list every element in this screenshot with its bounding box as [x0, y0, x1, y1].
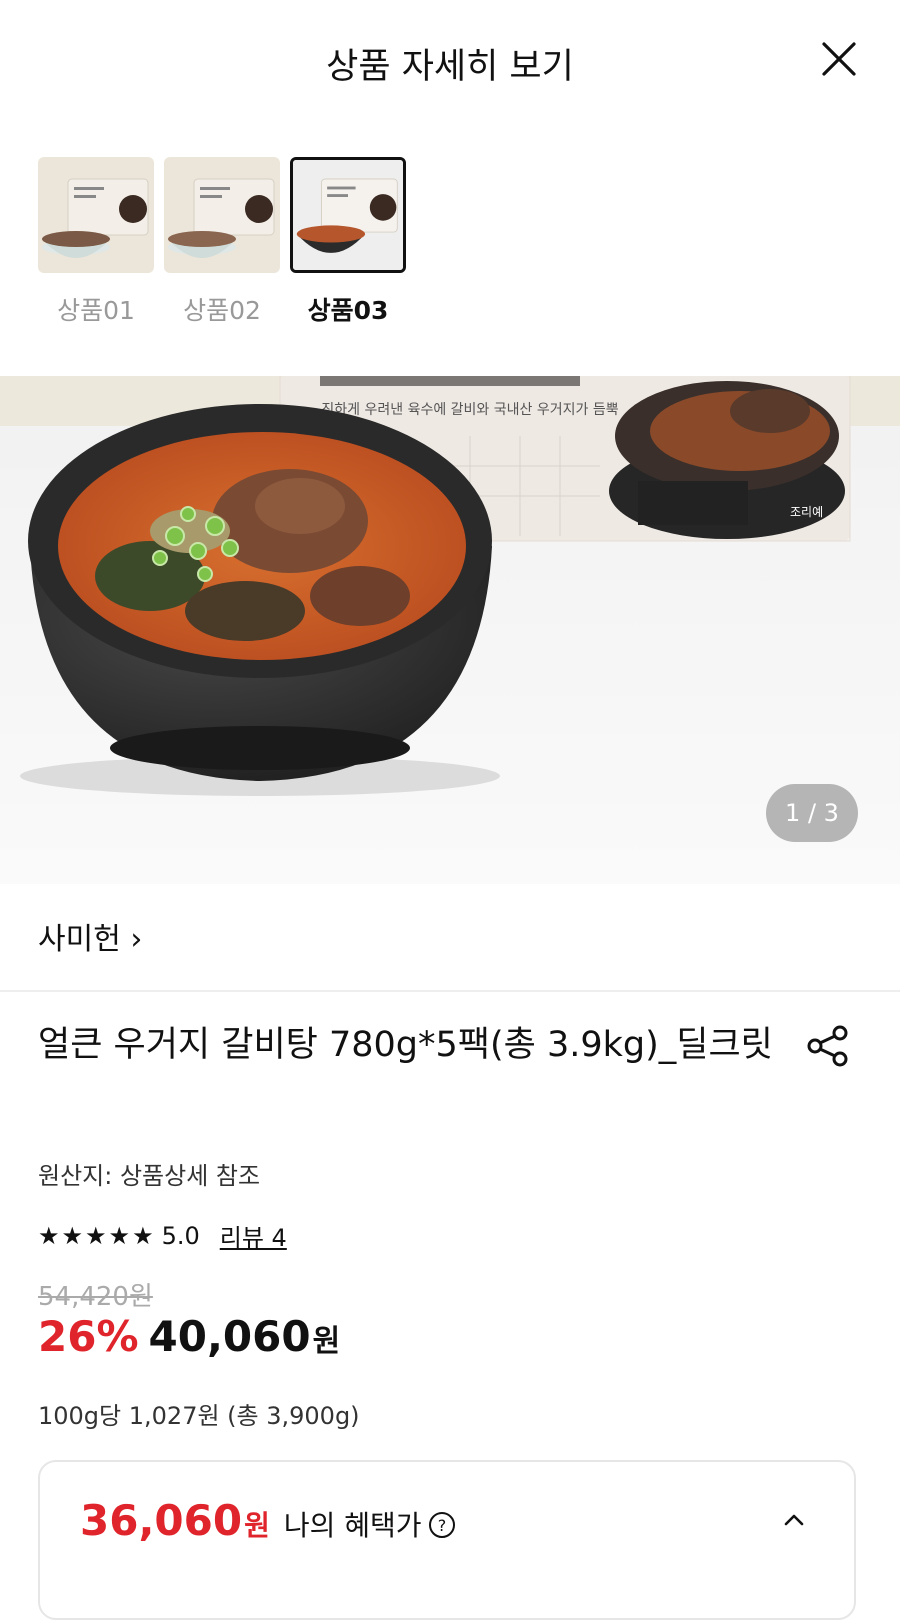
discount-rate: 26% [38, 1312, 139, 1361]
hero-illustration: 진하게 우려낸 육수에 갈비와 국내산 우거지가 듬뿍 조리예 [0, 376, 900, 884]
thumbnail-item-01[interactable]: 상품01 [38, 157, 154, 327]
thumbnail-label: 상품02 [183, 296, 261, 325]
close-icon [822, 42, 856, 76]
share-icon [807, 1025, 848, 1067]
svg-text:조리예: 조리예 [790, 505, 823, 519]
origin-info: 원산지: 상품상세 참조 [38, 1162, 261, 1190]
benefit-label: 나의 혜택가 [283, 1509, 422, 1542]
rating-value: 5.0 [161, 1221, 200, 1250]
svg-text:?: ? [437, 1516, 446, 1535]
page-title: 상품 자세히 보기 [326, 47, 574, 87]
section-divider [0, 990, 900, 992]
brand-link[interactable]: 사미헌 › [38, 914, 142, 958]
unit-price: 100g당 1,027원 (총 3,900g) [38, 1402, 360, 1430]
svg-text:진하게 우려낸 육수에 갈비와 국내산 우거지가 듬뿍: 진하게 우려낸 육수에 갈비와 국내산 우거지가 듬뿍 [321, 402, 618, 418]
benefit-currency: 원 [244, 1509, 270, 1542]
product-hero-image[interactable]: 진하게 우려낸 육수에 갈비와 국내산 우거지가 듬뿍 조리예 [0, 376, 900, 884]
thumbnail-strip: 상품01 상품02 상품03 [38, 157, 406, 327]
original-price: 54,420원 [38, 1282, 153, 1312]
share-button[interactable] [806, 1024, 850, 1068]
review-link[interactable]: 리뷰 4 [220, 1218, 287, 1253]
thumbnail-image [290, 157, 406, 273]
star-icon: ★ [61, 1221, 84, 1250]
help-icon[interactable]: ? [428, 1511, 456, 1539]
benefit-row: 36,060 원 나의 혜택가 ? [80, 1496, 456, 1545]
star-rating: ★ ★ ★ ★ ★ [38, 1222, 154, 1250]
product-title: 얼큰 우거지 갈비탕 780g*5팩(총 3.9kg)_딜크릿 [38, 1025, 773, 1065]
thumbnail-item-02[interactable]: 상품02 [164, 157, 280, 327]
sale-price: 40,060 [148, 1312, 311, 1361]
header: 상품 자세히 보기 [0, 0, 900, 122]
star-icon: ★ [85, 1221, 107, 1250]
star-icon: ★ [108, 1221, 131, 1250]
thumbnail-item-03[interactable]: 상품03 [290, 157, 406, 327]
rating-row: ★ ★ ★ ★ ★ 5.0 리뷰 4 [38, 1218, 287, 1253]
price-row: 26% 40,060 원 [38, 1312, 340, 1361]
thumbnail-label: 상품03 [307, 296, 389, 325]
thumbnail-image [164, 157, 280, 273]
close-button[interactable] [820, 40, 858, 78]
star-icon: ★ [132, 1221, 154, 1250]
star-icon: ★ [38, 1221, 60, 1250]
thumbnail-label: 상품01 [57, 296, 135, 325]
thumbnail-image [38, 157, 154, 273]
benefit-price: 36,060 [80, 1496, 243, 1545]
sale-currency: 원 [312, 1324, 341, 1359]
chevron-up-icon[interactable] [782, 1508, 806, 1532]
benefit-panel[interactable]: 36,060 원 나의 혜택가 ? [38, 1460, 856, 1620]
image-counter: 1 / 3 [785, 799, 839, 827]
